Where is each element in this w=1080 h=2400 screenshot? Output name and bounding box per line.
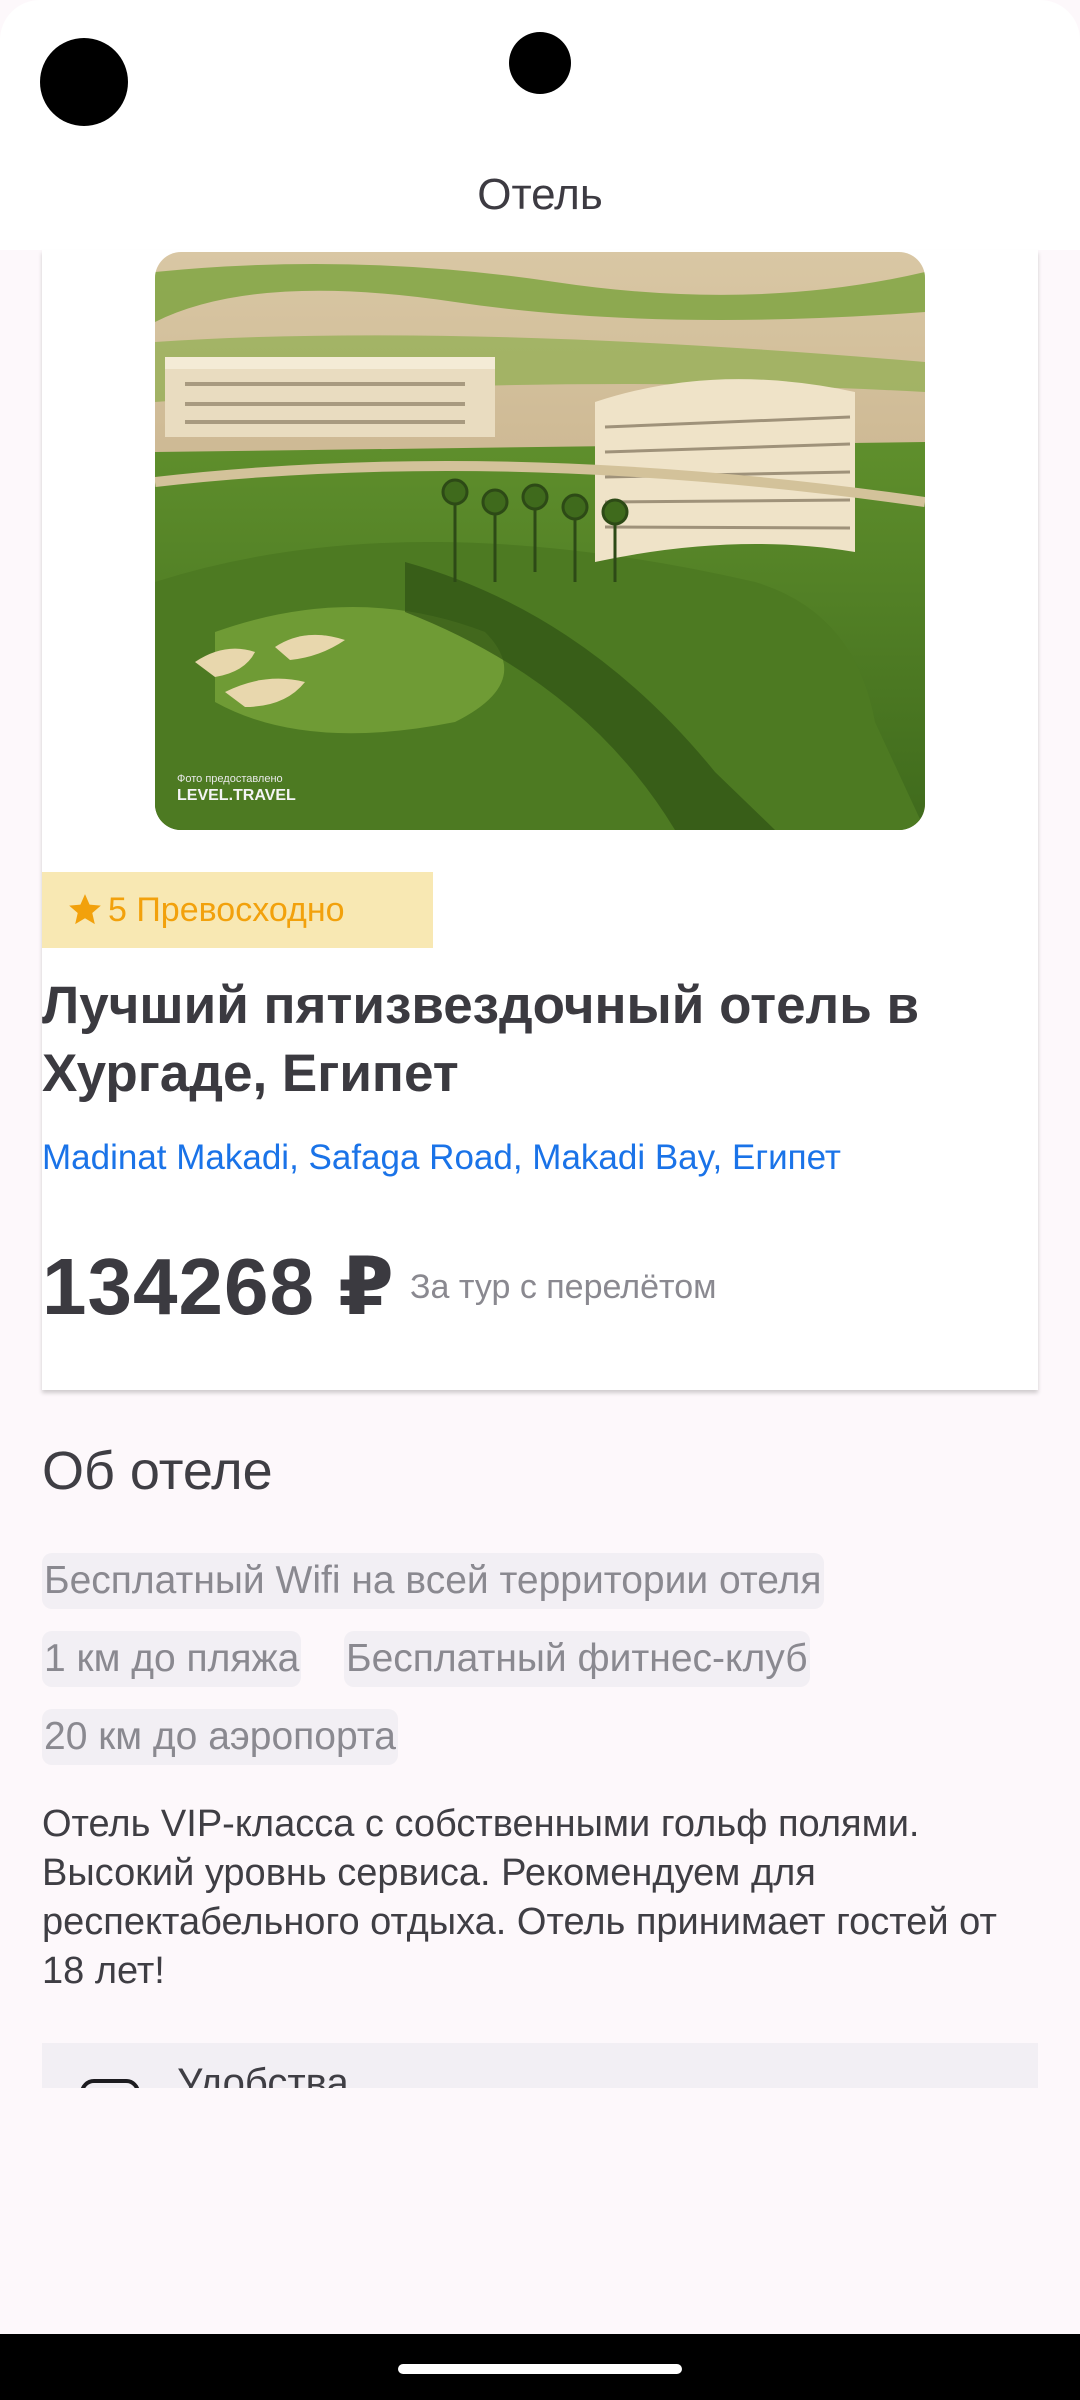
feature-chip-fitness: Бесплатный фитнес-клуб [344, 1631, 810, 1687]
rating-label: 5 Превосходно [108, 890, 345, 929]
star-icon [69, 894, 101, 925]
about-section-title: Об отеле [42, 1441, 273, 1501]
photo-credit-line-2: LEVEL.TRAVEL [177, 787, 296, 804]
price-note: За тур с перелётом [410, 1268, 717, 1306]
feature-chip-airport: 20 км до аэропорта [42, 1709, 398, 1765]
amenities-icon [80, 2079, 140, 2088]
amenities-label: Удобства [177, 2061, 349, 2088]
photo-credit-line-1: Фото предоставлено [177, 773, 283, 785]
hotel-card: Фото предоставлено LEVEL.TRAVEL 5 Превос… [42, 250, 1038, 1390]
hotel-description: Отель VIP-класса с собственными гольф по… [42, 1803, 997, 1992]
hotel-photo-image: Фото предоставлено LEVEL.TRAVEL [155, 252, 925, 830]
rating-badge: 5 Превосходно [42, 872, 433, 948]
feature-chip-beach: 1 км до пляжа [42, 1631, 302, 1687]
camera-cutout-center [509, 32, 571, 94]
amenities-row[interactable]: Удобства [42, 2043, 1038, 2088]
hotel-address-link[interactable]: Madinat Makadi, Safaga Road, Makadi Bay,… [42, 1138, 841, 1178]
hotel-photo: Фото предоставлено LEVEL.TRAVEL [155, 252, 925, 830]
feature-chip-wifi: Бесплатный Wifi на всей территории отеля [42, 1553, 824, 1609]
screen: Отель Фото предоставлено LEVEL.TRAVEL 5 … [0, 0, 1080, 2400]
page-title: Отель [477, 170, 603, 219]
hotel-name: Лучший пятизвездочный отель в Хургаде, Е… [42, 976, 920, 1103]
camera-cutout-left [40, 38, 128, 126]
home-gesture-handle[interactable] [398, 2364, 682, 2374]
tour-price: 134268 ₽ [42, 1242, 395, 1331]
